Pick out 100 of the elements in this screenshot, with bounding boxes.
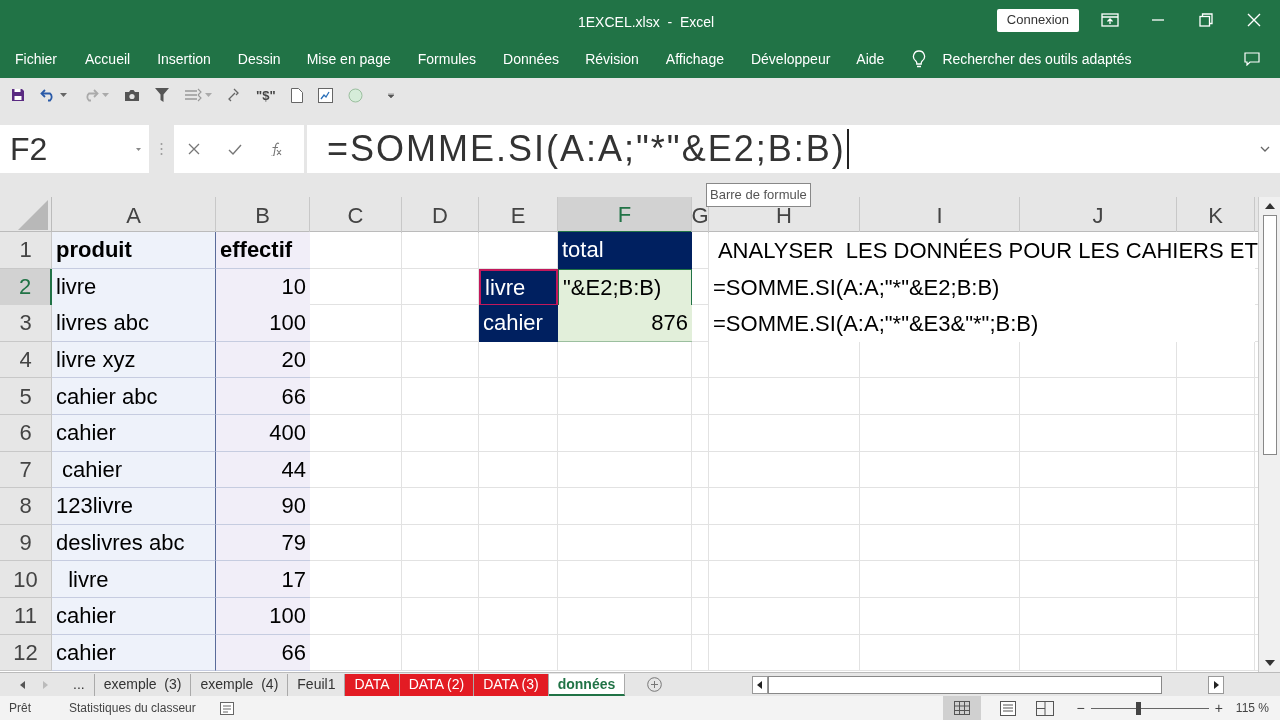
table-cell[interactable]: 123livre — [52, 488, 216, 525]
ribbon-tab[interactable]: Mise en page — [306, 48, 391, 70]
document-icon[interactable] — [290, 87, 303, 103]
table-cell[interactable]: livre — [52, 561, 216, 598]
scroll-left-icon[interactable] — [752, 675, 769, 694]
name-box-text: F2 — [10, 130, 48, 169]
sheet-tab[interactable]: DATA (2) — [399, 673, 475, 696]
cancel-icon[interactable] — [188, 143, 200, 155]
sheet-tab[interactable]: exemple (3) — [94, 673, 192, 696]
sheet-tab[interactable]: exemple (4) — [191, 673, 289, 696]
sheet-tab[interactable]: données — [548, 673, 626, 696]
zoom-in-button[interactable]: + — [1214, 697, 1223, 719]
comment-icon[interactable] — [1244, 52, 1260, 66]
row-header[interactable]: 7 — [0, 451, 52, 489]
ribbon-tab[interactable]: Dessin — [237, 48, 281, 70]
table-cell[interactable]: 876 — [558, 305, 692, 342]
table-cell[interactable]: livre xyz — [52, 341, 216, 379]
table-cell[interactable]: cahier abc — [52, 378, 216, 415]
table-cell[interactable]: livre — [479, 268, 558, 306]
table-cell[interactable]: "&E2;B:B) — [558, 268, 692, 306]
ribbon-tab[interactable]: Formules — [417, 48, 477, 70]
add-sheet-icon[interactable] — [647, 677, 663, 692]
row-header[interactable]: 11 — [0, 597, 52, 635]
column-title[interactable]: effectif — [216, 232, 310, 269]
table-cell[interactable]: 79 — [216, 524, 310, 562]
sheet-tab[interactable]: DATA — [345, 673, 400, 696]
table-cell[interactable]: cahier — [52, 451, 216, 489]
table-cell[interactable]: 17 — [216, 561, 310, 598]
table-cell[interactable]: deslivres abc — [52, 524, 216, 562]
table-cell[interactable]: 66 — [216, 634, 310, 672]
table-cell[interactable]: 100 — [216, 597, 310, 635]
ribbon-tab[interactable]: Accueil — [85, 48, 131, 70]
row-header[interactable]: 12 — [0, 634, 52, 672]
sign-in-button[interactable]: Connexion — [996, 8, 1079, 32]
ribbon-tab[interactable]: Données — [503, 48, 560, 70]
scrollbar-thumb[interactable] — [1262, 215, 1277, 455]
page-layout-icon[interactable] — [1000, 700, 1017, 716]
column-title[interactable]: produit — [52, 232, 216, 269]
enter-check-icon[interactable] — [228, 143, 242, 155]
scroll-down-icon[interactable] — [1264, 660, 1275, 666]
ribbon-tab[interactable]: Insertion — [157, 48, 211, 70]
sheet-tab[interactable]: ... — [64, 673, 95, 696]
ribbon-tab[interactable]: Fichier — [15, 48, 57, 70]
column-header[interactable]: F — [558, 197, 692, 233]
table-cell[interactable]: cahier — [52, 414, 216, 452]
table-cell[interactable]: 20 — [216, 341, 310, 379]
row-header[interactable]: 2 — [0, 268, 52, 306]
page-break-icon[interactable] — [1036, 700, 1055, 716]
row-header[interactable]: 1 — [0, 232, 52, 269]
scroll-right-icon[interactable] — [1208, 675, 1225, 694]
row-header[interactable]: 10 — [0, 561, 52, 598]
close-icon[interactable] — [1247, 13, 1261, 27]
row-header[interactable]: 9 — [0, 524, 52, 562]
camera-icon[interactable] — [124, 88, 140, 102]
table-cell[interactable]: 66 — [216, 378, 310, 415]
sheet-tab[interactable]: DATA (3) — [474, 673, 549, 696]
row-header[interactable]: 8 — [0, 488, 52, 525]
zoom-out-button[interactable]: − — [1076, 697, 1085, 719]
row-header[interactable]: 6 — [0, 414, 52, 452]
table-cell[interactable]: cahier — [52, 597, 216, 635]
zoom-level[interactable]: 115 % — [1235, 699, 1269, 717]
tab-left-icon[interactable] — [20, 680, 25, 689]
ribbon-tab[interactable]: Développeur — [750, 48, 831, 70]
expand-caret-icon[interactable] — [1260, 146, 1270, 152]
table-cell[interactable]: cahier — [52, 634, 216, 672]
row-header[interactable]: 4 — [0, 341, 52, 379]
ribbon-tab[interactable]: Aide — [856, 48, 885, 70]
table-cell[interactable]: livres abc — [52, 305, 216, 342]
link-icon[interactable] — [227, 88, 241, 102]
customize-caret-icon[interactable] — [387, 92, 394, 98]
row-header[interactable]: 5 — [0, 378, 52, 415]
dropdown-caret-icon[interactable] — [136, 147, 141, 151]
table-cell[interactable]: 90 — [216, 488, 310, 525]
table-cell[interactable]: total — [558, 232, 692, 269]
normal-view-button[interactable] — [943, 696, 982, 720]
zoom-slider[interactable] — [1090, 701, 1209, 715]
formula-input[interactable]: =SOMME.SI(A:A;"*"&E2;B:B) — [307, 125, 1280, 173]
table-cell[interactable]: 10 — [216, 268, 310, 306]
zoom-thumb[interactable] — [1135, 701, 1141, 715]
ribbon-tab[interactable]: Révision — [585, 48, 639, 70]
statistics-icon[interactable] — [219, 701, 234, 715]
table-cell[interactable]: 400 — [216, 414, 310, 452]
ribbon-display-icon[interactable] — [1101, 13, 1119, 27]
table-cell[interactable]: livre — [52, 268, 216, 306]
tell-me-search[interactable]: Rechercher des outils adaptés — [942, 48, 1132, 70]
filter-icon[interactable] — [155, 88, 169, 102]
insert-function-icon[interactable] — [270, 142, 282, 156]
name-box[interactable]: F2 — [0, 125, 149, 173]
picture-frame-icon[interactable] — [317, 87, 333, 103]
ribbon-tab[interactable]: Affichage — [665, 48, 724, 70]
row-header[interactable]: 3 — [0, 305, 52, 342]
table-cell[interactable]: 100 — [216, 305, 310, 342]
restore-icon[interactable] — [1199, 13, 1213, 27]
save-icon[interactable] — [11, 88, 25, 102]
table-cell[interactable]: cahier — [479, 305, 558, 342]
scroll-up-icon[interactable] — [1264, 203, 1275, 209]
currency-button[interactable]: "$" — [256, 88, 276, 102]
scrollbar-thumb[interactable] — [768, 675, 1163, 694]
table-cell[interactable]: 44 — [216, 451, 310, 489]
dropdown-caret-icon[interactable] — [60, 93, 67, 97]
